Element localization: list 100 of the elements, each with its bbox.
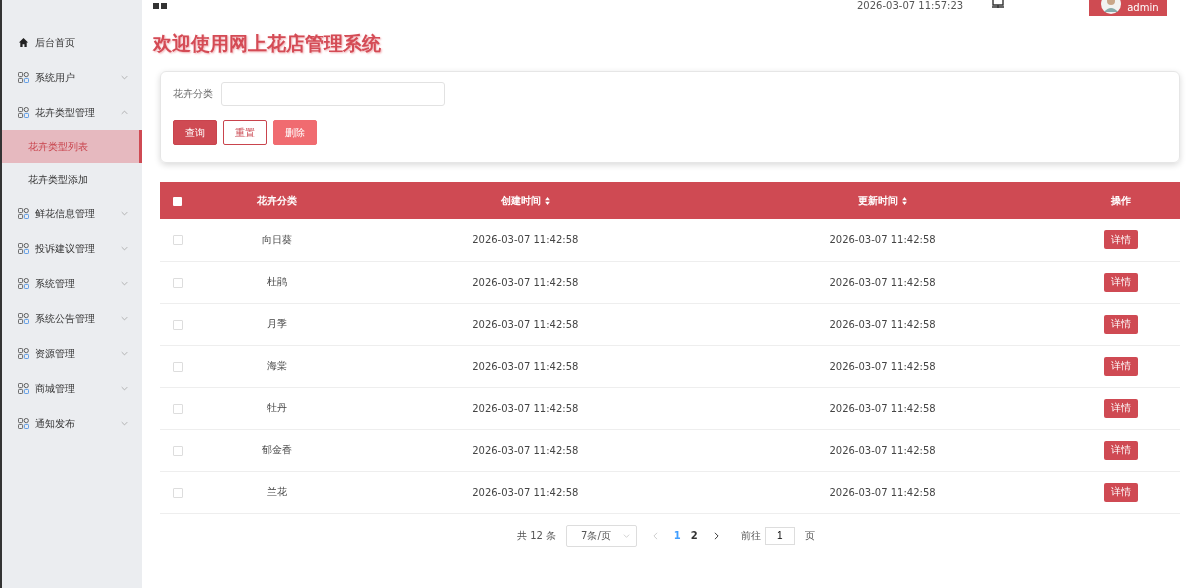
page-input[interactable]: 1 (764, 526, 795, 545)
checkbox[interactable] (173, 319, 183, 330)
chevron-icon (121, 110, 128, 115)
grid-icon (18, 313, 29, 324)
table-cell: 2026-03-07 11:42:58 (472, 444, 579, 456)
checkbox[interactable] (173, 361, 183, 372)
table-cell: 杜鹃 (267, 276, 288, 287)
checkbox[interactable] (173, 235, 183, 246)
menu-item[interactable]: 花卉类型管理 (2, 95, 142, 130)
column-header: 花卉分类 (257, 193, 298, 208)
next-page-icon[interactable] (713, 531, 719, 540)
table-cell: 海棠 (267, 360, 288, 371)
table-cell: 2026-03-07 11:42:58 (472, 360, 579, 372)
page-title: 欢迎使用网上花店管理系统 (153, 31, 382, 56)
chevron-icon (121, 246, 128, 251)
column-header: 创建时间 (500, 193, 541, 208)
table-cell: 2026-03-07 11:42:58 (829, 234, 936, 246)
checkbox[interactable] (173, 196, 182, 206)
detail-button[interactable]: 详情 (1103, 272, 1138, 292)
table-cell: 2026-03-07 11:42:58 (829, 276, 936, 288)
detail-button[interactable]: 详情 (1103, 482, 1138, 502)
menu-label: 花卉类型管理 (35, 105, 96, 120)
menu-label: 后台首页 (35, 35, 76, 50)
goto-label: 前往 (740, 528, 761, 543)
menu-item[interactable]: 系统管理 (2, 266, 142, 301)
grid-icon (18, 348, 29, 359)
grid-icon (18, 107, 29, 118)
menu-item[interactable]: 资源管理 (2, 336, 142, 371)
table-cell: 向日葵 (262, 233, 293, 245)
table-cell: 牡丹 (267, 402, 288, 413)
menu-item[interactable]: 商城管理 (2, 371, 142, 406)
sort-icon[interactable] (544, 196, 550, 205)
grid-icon (18, 383, 29, 394)
menu-label: 投诉建议管理 (35, 241, 96, 256)
chevron-icon (121, 211, 128, 216)
column-header: 更新时间 (858, 193, 898, 208)
datetime: 2026-03-07 11:57:23 (857, 0, 964, 11)
checkbox[interactable] (173, 277, 183, 288)
checkbox[interactable] (173, 445, 183, 456)
menu-icon[interactable] (153, 3, 167, 9)
menu-label: 通知发布 (35, 416, 76, 431)
menu-label: 系统管理 (35, 276, 76, 291)
user-menu[interactable]: admin (1089, 0, 1167, 16)
submenu-item[interactable]: 花卉类型添加 (2, 163, 142, 196)
avatar-icon (1101, 0, 1122, 14)
grid-icon (18, 72, 29, 83)
table-cell: 2026-03-07 11:42:58 (472, 276, 579, 288)
chevron-icon (121, 281, 128, 286)
detail-button[interactable]: 详情 (1103, 314, 1138, 334)
chevron-icon (121, 421, 128, 426)
detail-button[interactable]: 详情 (1103, 398, 1138, 418)
table-cell: 郁金香 (262, 444, 293, 455)
table-cell: 月季 (267, 318, 288, 329)
username: admin (1127, 1, 1159, 13)
grid-icon (18, 243, 29, 254)
reset-button[interactable]: 重置 (223, 120, 267, 145)
grid-icon (18, 418, 29, 429)
table-cell: 兰花 (267, 486, 288, 497)
table-cell: 2026-03-07 11:42:58 (472, 402, 579, 414)
search-button[interactable]: 查询 (173, 120, 217, 145)
menu-label: 资源管理 (35, 346, 76, 361)
table-cell: 2026-03-07 11:42:58 (829, 486, 936, 498)
detail-button[interactable]: 详情 (1103, 440, 1138, 460)
grid-icon (18, 208, 29, 219)
field-label: 花卉分类 (173, 87, 213, 101)
menu-item[interactable]: 鲜花信息管理 (2, 196, 142, 231)
menu-label: 商城管理 (35, 381, 76, 396)
input-field[interactable] (221, 82, 445, 106)
chevron-icon (121, 351, 128, 356)
menu-item[interactable]: 系统用户 (2, 60, 142, 95)
page-suffix: 页 (804, 528, 815, 543)
column-header: 操作 (1110, 193, 1131, 208)
menu-item[interactable]: 系统公告管理 (2, 301, 142, 336)
table-cell: 2026-03-07 11:42:58 (829, 318, 936, 330)
menu-label: 系统用户 (35, 70, 76, 85)
chevron-icon (121, 75, 128, 80)
total-count: 共 12 条 (517, 528, 557, 543)
menu-item[interactable]: 通知发布 (2, 406, 142, 441)
table-cell: 2026-03-07 11:42:58 (472, 318, 579, 330)
detail-button[interactable]: 详情 (1103, 356, 1138, 376)
menu-item[interactable]: 投诉建议管理 (2, 231, 142, 266)
prev-page-icon[interactable] (652, 531, 658, 540)
sort-icon[interactable] (902, 196, 907, 205)
table-cell: 2026-03-07 11:42:58 (829, 444, 936, 456)
page-number[interactable]: 2 (690, 530, 698, 541)
table-cell: 2026-03-07 11:42:58 (472, 486, 579, 498)
table-cell: 2026-03-07 11:42:58 (472, 234, 579, 246)
chevron-icon (622, 533, 630, 538)
chevron-icon (121, 316, 128, 321)
chevron-icon (121, 386, 128, 391)
table-cell: 2026-03-07 11:42:58 (829, 360, 936, 372)
grid-icon (18, 278, 29, 289)
detail-button[interactable]: 详情 (1103, 230, 1138, 250)
menu-label: 鲜花信息管理 (35, 206, 96, 221)
checkbox[interactable] (173, 487, 183, 498)
page-size-select[interactable]: 7条/页 (566, 524, 637, 547)
menu-item[interactable]: 后台首页 (2, 25, 142, 60)
checkbox[interactable] (173, 403, 183, 414)
table-cell: 2026-03-07 11:42:58 (829, 402, 936, 414)
menu-label: 系统公告管理 (35, 311, 96, 326)
